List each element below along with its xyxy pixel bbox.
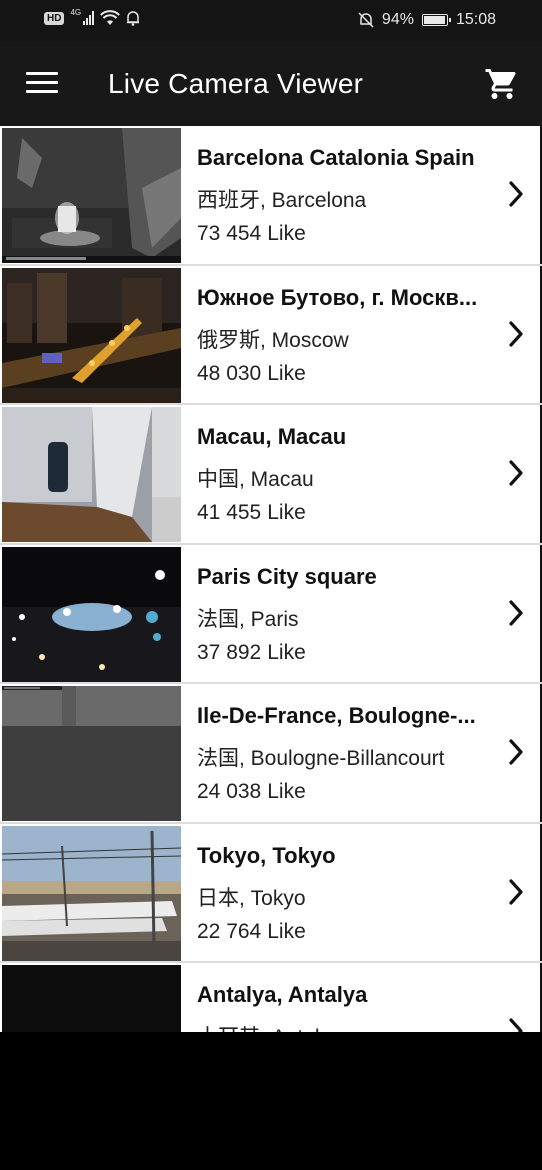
camera-title: Macau, Macau — [197, 424, 347, 449]
camera-likes: 73 454 Like — [197, 222, 306, 246]
camera-list: Barcelona Catalonia Spain 西班牙, Barcelona… — [0, 126, 542, 1032]
likes-label: Like — [267, 361, 306, 385]
camera-list-item[interactable]: Paris City square 法国, Paris 37 892 Like — [0, 544, 542, 684]
signal-icon — [83, 11, 95, 25]
camera-likes: 48 030 Like — [197, 362, 306, 386]
camera-likes: 24 038 Like — [197, 780, 306, 804]
camera-location: 西班牙, Barcelona — [197, 189, 367, 212]
likes-count: 37 892 — [197, 640, 262, 664]
camera-thumbnail — [2, 686, 181, 821]
camera-list-item[interactable]: Tokyo, Tokyo 日本, Tokyo 22 764 Like — [0, 823, 542, 963]
clock: 15:08 — [455, 11, 496, 28]
camera-likes: 22 764 Like — [197, 920, 306, 944]
camera-location: 法国, Boulogne-Billancourt — [197, 747, 445, 770]
app-title: Live Camera Viewer — [108, 68, 364, 99]
chevron-right-icon — [509, 320, 523, 347]
camera-thumbnail — [2, 825, 181, 961]
camera-thumbnail — [2, 128, 181, 263]
camera-list-item[interactable]: Antalya, Antalya 土耳其, Antalya — [0, 963, 542, 1032]
camera-title: Paris City square — [197, 563, 377, 589]
likes-label: Like — [267, 222, 306, 245]
network-type: 4G — [70, 7, 82, 17]
likes-count: 22 764 — [197, 919, 262, 943]
likes-count: 24 038 — [197, 780, 262, 803]
app-bar: Live Camera Viewer — [0, 42, 542, 126]
camera-list-item[interactable]: Macau, Macau 中国, Macau 41 455 Like — [0, 405, 542, 545]
camera-thumbnail — [2, 965, 181, 1032]
camera-likes: 41 455 Like — [197, 501, 306, 525]
likes-label: Like — [267, 640, 306, 664]
chevron-right-icon — [509, 460, 523, 486]
status-left: HD 4G — [44, 7, 140, 26]
likes-count: 48 030 — [197, 361, 262, 385]
hamburger-menu-icon[interactable] — [26, 72, 58, 94]
likes-count: 41 455 — [197, 501, 262, 524]
mute-bell-icon — [358, 12, 374, 28]
camera-title: Barcelona Catalonia Spain — [197, 145, 475, 170]
chevron-right-icon — [509, 181, 523, 207]
camera-thumbnail — [2, 407, 181, 542]
battery-percent: 94% — [381, 11, 414, 28]
chevron-right-icon — [509, 878, 523, 905]
camera-location: 日本, Tokyo — [197, 886, 306, 910]
status-bar: HD 4G 94% 15:08 — [0, 0, 542, 42]
camera-list-item[interactable]: Ile-De-France, Boulogne-... 法国, Boulogne… — [0, 684, 542, 824]
hd-badge: HD — [44, 11, 65, 25]
likes-label: Like — [267, 780, 306, 803]
likes-count: 73 454 — [197, 222, 262, 245]
camera-title: Южное Бутово, г. Москв... — [197, 284, 478, 310]
chevron-right-icon — [509, 1018, 523, 1032]
camera-thumbnail — [2, 267, 181, 403]
camera-likes: 37 892 Like — [197, 641, 306, 665]
camera-list-item[interactable]: Южное Бутово, г. Москв... 俄罗斯, Moscow 48… — [0, 265, 542, 405]
camera-title: Tokyo, Tokyo — [197, 842, 336, 868]
battery-level — [423, 16, 445, 24]
camera-title: Ile-De-France, Boulogne-... — [197, 703, 476, 728]
chevron-right-icon — [509, 739, 523, 765]
shopping-cart-icon[interactable] — [484, 66, 520, 102]
camera-thumbnail — [2, 546, 181, 682]
status-right: 94% 15:08 — [358, 11, 496, 29]
camera-location: 俄罗斯, Moscow — [197, 328, 349, 352]
battery-icon — [421, 14, 451, 26]
camera-location: 中国, Macau — [197, 468, 314, 491]
camera-title: Antalya, Antalya — [197, 982, 368, 1007]
notification-bell-icon — [127, 11, 140, 26]
likes-label: Like — [267, 919, 306, 943]
camera-location: 法国, Paris — [197, 607, 299, 631]
camera-list-item[interactable]: Barcelona Catalonia Spain 西班牙, Barcelona… — [0, 126, 542, 266]
wifi-icon — [100, 10, 121, 25]
bottom-blank-area — [0, 1032, 542, 1170]
likes-label: Like — [267, 501, 306, 524]
camera-location: 土耳其, Antalya — [197, 1021, 342, 1032]
chevron-right-icon — [509, 599, 523, 626]
